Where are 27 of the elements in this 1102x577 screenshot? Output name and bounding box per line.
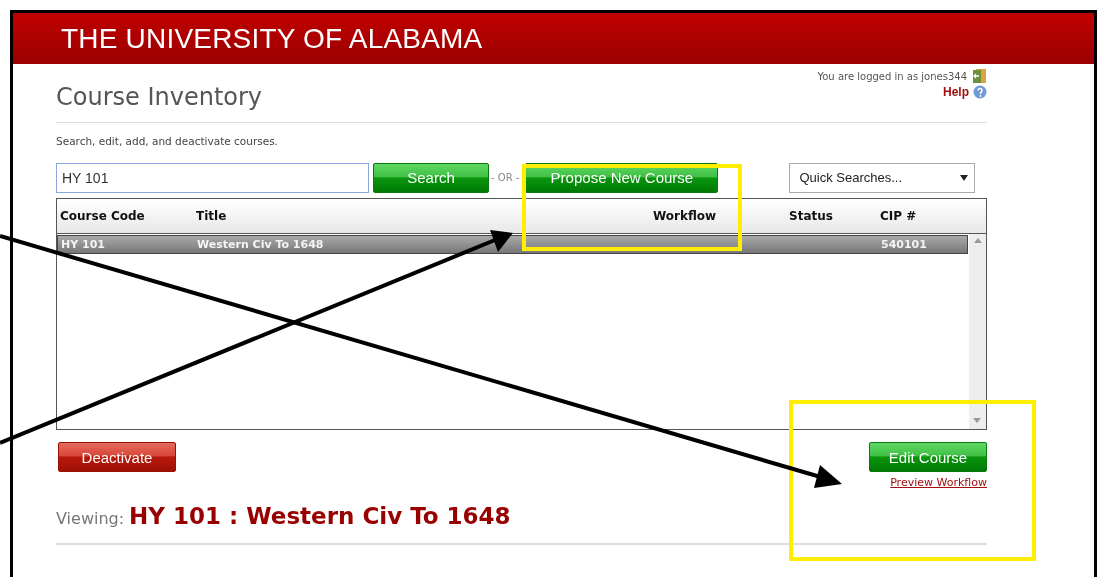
search-button[interactable]: Search	[373, 162, 489, 193]
quick-searches-dropdown[interactable]: Quick Searches...	[789, 162, 976, 193]
help-icon[interactable]	[973, 85, 987, 99]
scrollbar[interactable]	[969, 234, 986, 429]
edit-course-button[interactable]: Edit Course	[869, 442, 987, 472]
table-cell-text: Western Civ To 1648	[196, 238, 325, 251]
caret-icon	[960, 174, 969, 181]
or-separator: - OR -	[491, 172, 520, 183]
viewing-course: HY 101 : Western Civ To 1648	[129, 503, 511, 529]
scroll-up-icon[interactable]	[973, 238, 982, 243]
viewing-label: Viewing:	[56, 509, 125, 528]
column-header[interactable]: CIP #	[877, 209, 986, 223]
help-link[interactable]: Help	[943, 85, 969, 99]
deactivate-button[interactable]: Deactivate	[58, 442, 176, 472]
column-header[interactable]: Title	[193, 209, 650, 223]
column-header[interactable]: Status	[786, 209, 877, 223]
column-header[interactable]: Course Code	[57, 209, 193, 223]
table-cell-text: 540101	[880, 238, 928, 251]
search-field[interactable]: HY 101	[56, 162, 369, 193]
page-description: Search, edit, add, and deactivate courses.	[56, 135, 279, 147]
university-title: THE UNIVERSITY OF ALABAMA	[61, 22, 483, 55]
preview-workflow-link[interactable]: Preview Workflow	[890, 476, 987, 489]
door-exit-icon[interactable]	[971, 68, 987, 84]
scroll-down-icon[interactable]	[973, 418, 981, 423]
table-cell-text: HY 101	[60, 238, 106, 251]
column-header[interactable]: Workflow	[650, 209, 786, 223]
login-status: You are logged in as jones344	[817, 70, 967, 82]
